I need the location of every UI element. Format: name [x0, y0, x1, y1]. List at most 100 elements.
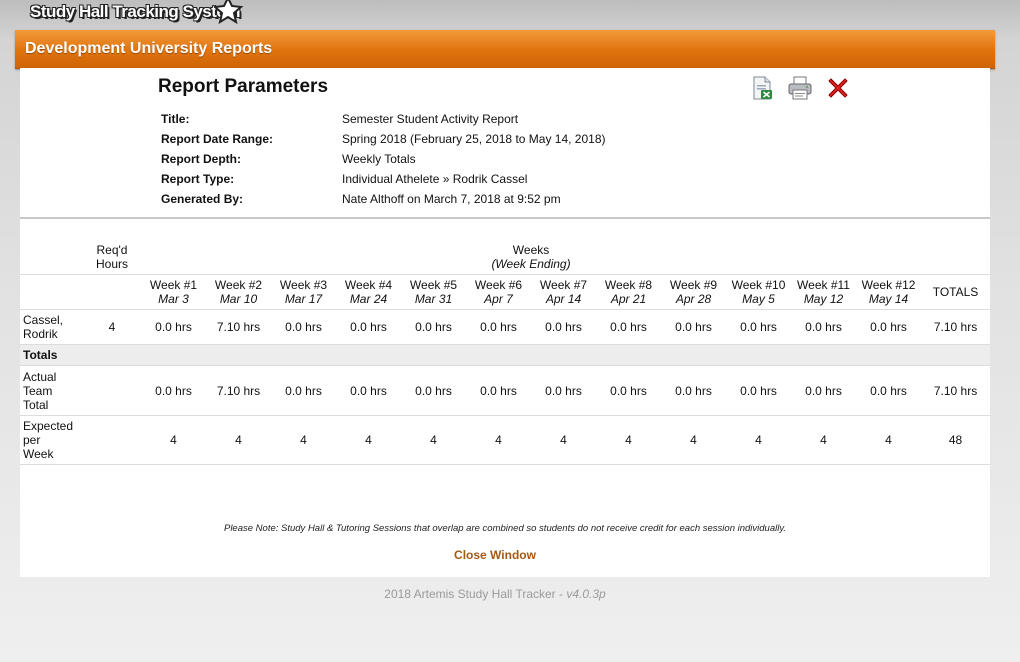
week-column-header: Week #5 Mar 31 [401, 274, 466, 310]
week-label: Week #7 [539, 278, 588, 292]
expected-week-hours: 4 [596, 415, 661, 465]
week-label: Week #3 [279, 278, 328, 292]
red-x-close-icon[interactable] [826, 76, 850, 100]
param-row-depth: Report Depth: Weekly Totals [161, 152, 606, 172]
param-value: Semester Student Activity Report [342, 112, 519, 126]
actual-week-hours: 0.0 hrs [661, 365, 726, 416]
actual-week-hours: 0.0 hrs [336, 365, 401, 416]
student-week-hours: 0.0 hrs [271, 309, 336, 345]
expected-week-hours: 4 [726, 415, 791, 465]
label-line: Expected [23, 419, 74, 433]
printer-icon[interactable] [788, 76, 812, 100]
weekly-report-table: Req'd Hours Weeks (Week Ending) Week #1 M… [20, 240, 991, 465]
logo-text: Study Hall Tracking System [30, 2, 240, 21]
week-label: Week #5 [409, 278, 458, 292]
week-column-header: Week #6 Apr 7 [466, 274, 531, 310]
week-label: Week #6 [474, 278, 523, 292]
week-column-header: Week #1 Mar 3 [141, 274, 206, 310]
label-line: Week [23, 447, 54, 461]
actual-week-hours: 0.0 hrs [531, 365, 596, 416]
week-column-header: Week #11 May 12 [791, 274, 856, 310]
label-line: Actual [23, 369, 57, 384]
week-label: Week #2 [214, 278, 263, 292]
app-logo: Study Hall Tracking System [30, 0, 240, 24]
table-row-actual-team-total: Actual Team Total 0.0 hrs 7.10 hrs 0.0 hrs… [20, 365, 991, 416]
week-ending-date: Mar 10 [219, 292, 258, 306]
expected-per-week-label: Expected per Week [20, 415, 83, 465]
student-required-hours: 4 [83, 309, 141, 345]
week-column-header: Week #4 Mar 24 [336, 274, 401, 310]
weeks-title: Weeks [512, 243, 550, 257]
actual-week-hours: 0.0 hrs [466, 365, 531, 416]
footer-version: v4.0.3p [566, 587, 606, 601]
banner-title: Development University Reports [25, 40, 273, 57]
student-week-hours: 0.0 hrs [856, 309, 922, 345]
week-ending-date: Apr 7 [484, 292, 513, 306]
close-window-link[interactable]: Close Window [20, 548, 970, 562]
actual-week-hours: 0.0 hrs [401, 365, 466, 416]
report-panel: Report Parameters Title: Semester Studen… [20, 68, 991, 577]
param-value: Spring 2018 (February 25, 2018 to May 14… [342, 132, 606, 146]
report-parameters: Title: Semester Student Activity Report … [161, 112, 606, 212]
param-row-type: Report Type: Individual Athelete » Rodri… [161, 172, 606, 192]
week-label: Week #4 [344, 278, 393, 292]
student-week-hours: 0.0 hrs [596, 309, 661, 345]
totals-section-row: Totals [20, 344, 991, 366]
totals-section-label: Totals [20, 344, 991, 366]
student-week-hours: 0.0 hrs [791, 309, 856, 345]
empty-header-cell [20, 240, 83, 275]
app-footer: 2018 Artemis Study Hall Tracker - v4.0.3… [0, 587, 990, 601]
student-week-hours: 0.0 hrs [726, 309, 791, 345]
param-label: Title: [161, 112, 190, 126]
expected-week-hours: 4 [206, 415, 271, 465]
report-parameters-title: Report Parameters [158, 76, 329, 97]
student-week-hours: 0.0 hrs [336, 309, 401, 345]
expected-week-hours: 4 [856, 415, 922, 465]
week-ending-date: May 14 [868, 292, 909, 306]
week-ending-date: Apr 21 [610, 292, 647, 306]
param-label: Generated By: [161, 192, 244, 206]
week-ending-subtitle: (Week Ending) [491, 257, 571, 271]
footer-text: 2018 Artemis Study Hall Tracker - [384, 587, 567, 601]
student-name: Cassel, Rodrik [20, 309, 83, 345]
param-value: Weekly Totals [342, 152, 416, 166]
param-label: Report Date Range: [161, 132, 274, 146]
week-label: Week #9 [669, 278, 718, 292]
week-ending-date: May 5 [742, 292, 775, 306]
actual-week-hours: 7.10 hrs [206, 365, 271, 416]
param-row-generated-by: Generated By: Nate Althoff on March 7, 2… [161, 192, 606, 212]
actual-week-hours: 0.0 hrs [791, 365, 856, 416]
reqd-line: Req'd [96, 243, 128, 257]
week-column-header: Week #3 Mar 17 [271, 274, 336, 310]
param-label: Report Type: [161, 172, 235, 186]
week-column-header: Week #9 Apr 28 [661, 274, 726, 310]
table-row-expected-per-week: Expected per Week 4 4 4 4 4 4 4 4 4 4 4 4 48 [20, 415, 991, 465]
actual-week-hours: 0.0 hrs [141, 365, 206, 416]
week-label: Week #10 [731, 278, 786, 292]
report-toolbar [750, 76, 850, 100]
empty-header-cell [83, 274, 141, 310]
expected-week-hours: 4 [401, 415, 466, 465]
expected-week-hours: 4 [661, 415, 726, 465]
week-ending-date: Mar 3 [158, 292, 189, 306]
student-week-hours: 0.0 hrs [531, 309, 596, 345]
week-column-header: Week #12 May 14 [856, 274, 922, 310]
expected-week-hours: 4 [466, 415, 531, 465]
actual-week-hours: 0.0 hrs [726, 365, 791, 416]
reports-banner: Development University Reports [15, 30, 995, 69]
section-divider [20, 217, 990, 219]
excel-export-icon[interactable] [750, 76, 774, 100]
student-total-hours: 7.10 hrs [921, 309, 991, 345]
student-week-hours: 0.0 hrs [401, 309, 466, 345]
student-first-name: Rodrik [23, 327, 58, 341]
week-column-header: Week #8 Apr 21 [596, 274, 661, 310]
expected-week-hours: 4 [141, 415, 206, 465]
actual-total: 7.10 hrs [921, 365, 991, 416]
student-last-name: Cassel, [23, 313, 64, 327]
empty-header-cell [20, 274, 83, 310]
expected-week-hours: 4 [336, 415, 401, 465]
hours-line: Hours [95, 257, 128, 271]
reqd-hours-header: Req'd Hours [83, 240, 141, 275]
actual-team-total-label: Actual Team Total [20, 365, 83, 416]
week-ending-date: May 12 [803, 292, 844, 306]
